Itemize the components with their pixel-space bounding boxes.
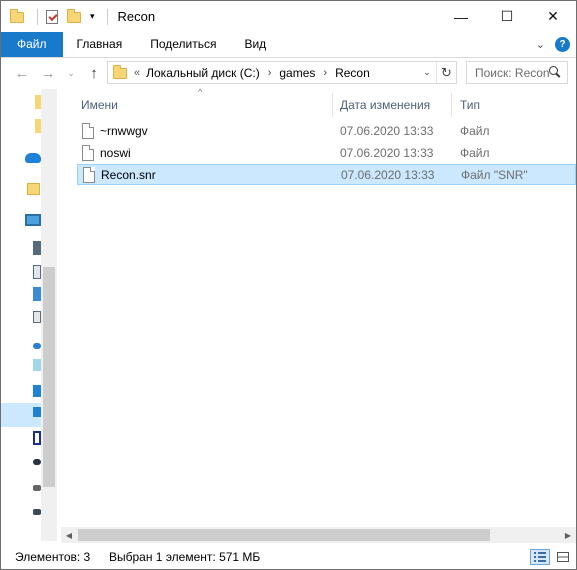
file-type: Файл: [460, 146, 490, 160]
item-count: Элементов: 3: [15, 550, 91, 564]
address-dropdown-icon[interactable]: ⌄: [418, 62, 436, 83]
file-row[interactable]: ~rnwwgv 07.06.2020 13:33 Файл: [77, 121, 576, 142]
address-bar[interactable]: « Локальный диск (C:) › games › Recon ⌄ …: [107, 61, 457, 84]
search-input[interactable]: Поиск: Recon: [466, 61, 568, 84]
close-button[interactable]: ✕: [530, 1, 576, 32]
column-divider[interactable]: [332, 93, 333, 117]
expand-ribbon-icon[interactable]: ⌄: [536, 38, 545, 51]
nav-scrollbar[interactable]: [41, 89, 57, 541]
desktop-icon[interactable]: [33, 359, 41, 371]
nav-scrollbar-thumb[interactable]: [43, 267, 55, 487]
windows-drive-icon[interactable]: [33, 407, 41, 417]
selection-info: Выбран 1 элемент: 571 МБ: [109, 550, 261, 564]
qat-dropdown-icon[interactable]: ▾: [90, 11, 95, 22]
file-row-selected[interactable]: Recon.snr 07.06.2020 13:33 Файл "SNR": [77, 164, 576, 185]
column-header-name[interactable]: Имени: [81, 93, 118, 117]
ribbon-right-controls: ⌄ ?: [536, 32, 570, 57]
file-name: ~rnwwgv: [100, 124, 148, 138]
file-icon: [82, 145, 94, 161]
refresh-icon[interactable]: ↻: [436, 62, 456, 83]
file-list[interactable]: ^ Имени Дата изменения Тип ~rnwwgv 07.06…: [61, 87, 576, 543]
videos-icon[interactable]: [33, 385, 41, 397]
folder-icon: [9, 8, 25, 25]
status-bar: Элементов: 3 Выбран 1 элемент: 571 МБ: [1, 545, 576, 569]
file-type: Файл "SNR": [461, 168, 528, 182]
large-icons-view-button[interactable]: [553, 549, 573, 565]
minimize-button[interactable]: —: [438, 1, 484, 32]
help-icon[interactable]: ?: [555, 37, 570, 52]
file-date: 07.06.2020 13:33: [340, 124, 434, 138]
pictures-icon[interactable]: [33, 311, 41, 323]
title-bar: ▾ Recon — ☐ ✕: [1, 1, 576, 32]
file-name: Recon.snr: [101, 168, 156, 182]
ribbon-tabs: Файл Главная Поделиться Вид ⌄ ?: [1, 32, 576, 57]
horizontal-scrollbar[interactable]: ◀ ▶: [61, 527, 576, 543]
breadcrumb-drive[interactable]: Локальный диск (C:): [146, 66, 260, 80]
downloads-icon[interactable]: [33, 287, 41, 301]
back-button[interactable]: ←: [11, 58, 33, 88]
tab-file[interactable]: Файл: [1, 32, 63, 57]
file-type: Файл: [460, 124, 490, 138]
breadcrumb-separator[interactable]: ›: [268, 67, 272, 79]
explorer-window: ▾ Recon — ☐ ✕ Файл Главная Поделиться Ви…: [0, 0, 577, 570]
address-row: ← → ⌄ ↑ « Локальный диск (C:) › games › …: [1, 58, 576, 88]
scroll-left-icon[interactable]: ◀: [61, 527, 77, 543]
forward-button[interactable]: →: [37, 58, 59, 88]
new-folder-icon[interactable]: [66, 8, 82, 25]
network-icon[interactable]: [33, 509, 41, 515]
column-divider[interactable]: [451, 93, 452, 117]
properties-icon[interactable]: [44, 9, 60, 25]
column-header-type[interactable]: Тип: [460, 93, 480, 117]
window-title: Recon: [117, 9, 156, 24]
file-date: 07.06.2020 13:33: [340, 146, 434, 160]
recent-locations-icon[interactable]: ⌄: [65, 58, 77, 88]
this-pc-icon[interactable]: [25, 214, 41, 226]
file-name: noswi: [100, 146, 131, 160]
drive-icon[interactable]: [33, 459, 41, 465]
horizontal-scrollbar-thumb[interactable]: [78, 529, 490, 541]
address-overflow-icon[interactable]: «: [134, 67, 140, 79]
search-icon: [549, 66, 561, 78]
search-placeholder: Поиск: Recon: [475, 65, 550, 80]
documents-icon[interactable]: [33, 265, 41, 279]
address-folder-icon: [112, 64, 128, 81]
file-date: 07.06.2020 13:33: [341, 168, 435, 182]
tab-home[interactable]: Главная: [63, 32, 137, 57]
drive-icon[interactable]: [33, 431, 41, 445]
qat-separator: [37, 8, 38, 25]
scroll-right-icon[interactable]: ▶: [560, 527, 576, 543]
maximize-button[interactable]: ☐: [484, 1, 530, 32]
details-view-icon: [534, 552, 546, 562]
window-controls: — ☐ ✕: [438, 1, 576, 32]
folder-icon[interactable]: [27, 183, 40, 195]
drive-icon[interactable]: [33, 485, 41, 491]
tab-share[interactable]: Поделиться: [136, 32, 230, 57]
breadcrumb-recon[interactable]: Recon: [335, 66, 370, 80]
details-view-button[interactable]: [530, 549, 550, 565]
file-icon: [82, 123, 94, 139]
qat-separator: [106, 8, 108, 25]
breadcrumb-separator[interactable]: ›: [323, 67, 327, 79]
large-icons-view-icon: [557, 552, 569, 562]
breadcrumb-games[interactable]: games: [279, 66, 315, 80]
sort-ascending-icon: ^: [198, 87, 203, 97]
music-icon[interactable]: [33, 343, 41, 349]
up-button[interactable]: ↑: [83, 58, 105, 88]
file-row[interactable]: noswi 07.06.2020 13:33 Файл: [77, 143, 576, 164]
column-header-date[interactable]: Дата изменения: [340, 93, 430, 117]
navigation-pane[interactable]: [1, 89, 59, 543]
file-icon: [83, 167, 95, 183]
tab-view[interactable]: Вид: [230, 32, 280, 57]
onedrive-icon[interactable]: [25, 153, 41, 163]
objects-3d-icon[interactable]: [33, 241, 41, 255]
quick-access-toolbar: ▾ Recon: [1, 1, 155, 32]
